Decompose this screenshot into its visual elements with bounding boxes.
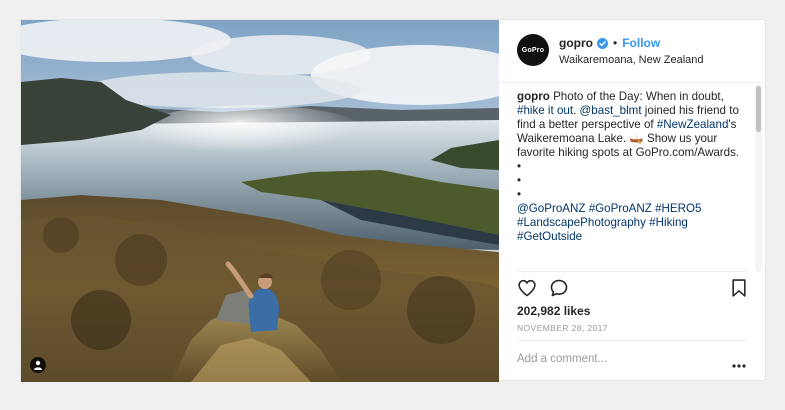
post-header: GoPro gopro • Follow Waikaremoana, New Z… — [499, 20, 765, 83]
caption-username[interactable]: gopro — [517, 90, 550, 103]
scrollbar-thumb[interactable] — [756, 86, 761, 132]
hashtag-link[interactable]: #HERO5 — [655, 202, 701, 215]
caption-text-1: Photo of the Day: When in doubt, — [549, 90, 724, 103]
header-line: gopro • Follow — [559, 36, 660, 50]
bookmark-icon[interactable] — [729, 278, 749, 298]
follow-button[interactable]: Follow — [622, 36, 660, 50]
action-bar — [517, 278, 747, 298]
caption-bullet: • — [517, 160, 522, 173]
avatar-logo-text: GoPro — [521, 46, 545, 54]
ellipsis-icon[interactable] — [732, 356, 746, 368]
lake-landscape-image — [21, 20, 499, 382]
post-photo[interactable] — [21, 20, 499, 382]
hashtag-link[interactable]: #LandscapePhotography — [517, 216, 646, 229]
location-link[interactable]: Waikaremoana, New Zealand — [559, 54, 704, 66]
caption: gopro Photo of the Day: When in doubt, #… — [517, 90, 745, 270]
comment-bubble-icon[interactable] — [549, 278, 569, 298]
hashtag-link[interactable]: #GetOutside — [517, 230, 582, 243]
post-card: GoPro gopro • Follow Waikaremoana, New Z… — [20, 19, 766, 382]
heart-icon[interactable] — [517, 278, 537, 298]
verified-badge-icon — [597, 37, 608, 49]
avatar[interactable]: GoPro — [517, 34, 549, 66]
username[interactable]: gopro — [559, 36, 593, 50]
caption-bullet: • — [517, 188, 522, 201]
comment-input[interactable] — [517, 350, 717, 368]
post-sidebar: GoPro gopro • Follow Waikaremoana, New Z… — [499, 20, 765, 380]
hashtag-link[interactable]: #GoProANZ — [589, 202, 652, 215]
user-tag-icon[interactable] — [30, 357, 46, 373]
hashtag-link[interactable]: #NewZealand — [657, 118, 729, 131]
mention-link[interactable]: @GoProANZ — [517, 202, 585, 215]
post-date[interactable]: NOVEMBER 28, 2017 — [517, 323, 608, 333]
caption-bullet: • — [517, 174, 522, 187]
caption-scrollbar[interactable] — [755, 84, 762, 272]
divider — [517, 340, 747, 341]
likes-count[interactable]: 202,982 likes — [517, 304, 590, 318]
mention-link[interactable]: @bast_blmt — [580, 104, 642, 117]
hashtag-link[interactable]: #hike it out — [517, 104, 573, 117]
separator-dot: • — [613, 36, 618, 50]
hashtag-link[interactable]: #Hiking — [649, 216, 688, 229]
divider — [517, 271, 747, 272]
